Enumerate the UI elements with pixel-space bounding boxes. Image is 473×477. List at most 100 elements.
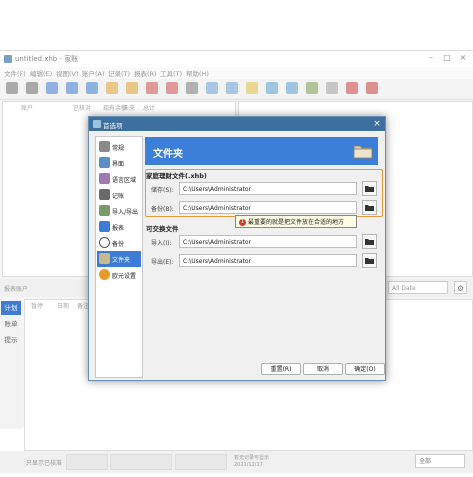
- nav-label: 语言区域: [112, 177, 137, 184]
- close-icon[interactable]: ×: [371, 118, 383, 130]
- dialog-title-bar: 首选项 ×: [89, 117, 385, 131]
- folder-icon: [365, 258, 374, 264]
- folder-icon: [365, 205, 374, 211]
- ok-button[interactable]: 确定(O): [345, 363, 385, 375]
- toolbar: [0, 79, 473, 100]
- toolbar-button-12[interactable]: [226, 82, 238, 94]
- menu-transaction[interactable]: 记录(T): [108, 68, 130, 78]
- export-path-field[interactable]: C:\Users\Administrator: [179, 254, 357, 267]
- toolbar-button-10[interactable]: [186, 82, 198, 94]
- cancel-button[interactable]: 取消: [303, 363, 343, 375]
- reset-button[interactable]: 重置(R): [261, 363, 301, 375]
- tooltip-text: 最重要的就是把文件放在合适的地方: [248, 219, 345, 226]
- app-icon: [4, 55, 12, 63]
- import-browse-button[interactable]: [362, 234, 377, 249]
- nav-label: 常规: [112, 145, 125, 152]
- date-range-select[interactable]: All Date: [388, 281, 448, 294]
- toolbar-button-5[interactable]: [86, 82, 98, 94]
- menu-edit[interactable]: 编辑(E): [30, 68, 52, 78]
- status-field-2[interactable]: [110, 454, 172, 470]
- nav-item-backup[interactable]: 备份: [97, 235, 141, 251]
- minimize-button[interactable]: –: [425, 53, 437, 64]
- toolbar-button-18[interactable]: [346, 82, 358, 94]
- import-export-icon: [99, 205, 110, 216]
- folder-icon: [99, 253, 110, 264]
- col-date[interactable]: 日期: [57, 301, 69, 310]
- wrench-icon: [99, 141, 110, 152]
- bottom-tabs: 计划 账单 提示: [0, 299, 22, 429]
- status-field-3[interactable]: [175, 454, 227, 470]
- nav-label: 报表: [112, 225, 125, 232]
- status-bar: 只显示已核准 暂无记录可显示 2021/12/17 全部: [0, 451, 473, 473]
- status-left: 只显示已核准: [26, 460, 63, 467]
- toolbar-button-14[interactable]: [266, 82, 278, 94]
- tab-bills[interactable]: 账单: [1, 317, 21, 331]
- menu-account[interactable]: 账户(A): [82, 68, 105, 78]
- nav-item-interface[interactable]: 界面: [97, 155, 141, 171]
- status-center-b: 2021/12/17: [234, 462, 263, 468]
- toolbar-button-9[interactable]: [166, 82, 178, 94]
- toolbar-button-8[interactable]: [146, 82, 158, 94]
- col-future[interactable]: 未来: [123, 103, 135, 112]
- nav-item-locale[interactable]: 语言区域: [97, 171, 141, 187]
- toolbar-button-1[interactable]: [6, 82, 18, 94]
- locale-icon: [99, 173, 110, 184]
- section-header: 文件夹: [145, 137, 378, 165]
- close-button[interactable]: ×: [457, 53, 469, 64]
- tab-schedule[interactable]: 计划: [1, 301, 21, 315]
- nav-item-euro[interactable]: 欧元设置: [97, 267, 141, 283]
- menu-help[interactable]: 帮助(H): [186, 68, 209, 78]
- nav-item-import-export[interactable]: 导入/导出: [97, 203, 141, 219]
- nav-label: 文件夹: [112, 257, 131, 264]
- status-field-1[interactable]: [66, 454, 108, 470]
- export-label: 导出(E):: [151, 259, 174, 266]
- filter-select[interactable]: 全部: [415, 454, 465, 468]
- menu-tools[interactable]: 工具(T): [160, 68, 182, 78]
- toolbar-button-17[interactable]: [326, 82, 338, 94]
- tab-reminders[interactable]: 提示: [1, 333, 21, 347]
- preferences-nav: 常规 界面 语言区域 记账 导入/导出 报表 备份 文件夹 欧元设置: [95, 136, 143, 378]
- store-path-field[interactable]: C:\Users\Administrator: [179, 182, 357, 195]
- monitor-icon: [99, 157, 110, 168]
- import-path-field[interactable]: C:\Users\Administrator: [179, 235, 357, 248]
- maximize-button[interactable]: □: [441, 53, 453, 64]
- backup-label: 备份(B):: [151, 206, 174, 213]
- nav-item-general[interactable]: 常规: [97, 139, 141, 155]
- toolbar-button-3[interactable]: [46, 82, 58, 94]
- toolbar-button-15[interactable]: [286, 82, 298, 94]
- store-browse-button[interactable]: [362, 181, 377, 196]
- import-label: 导入(I):: [151, 240, 172, 247]
- toolbar-button-6[interactable]: [106, 82, 118, 94]
- nav-label: 备份: [112, 241, 125, 248]
- toolbar-button-4[interactable]: [66, 82, 78, 94]
- menu-bar: 文件(F) 编辑(E) 视图(V) 账户(A) 记录(T) 报表(R) 工具(T…: [0, 67, 473, 79]
- menu-report[interactable]: 报表(R): [134, 68, 157, 78]
- toolbar-button-13[interactable]: [246, 82, 258, 94]
- toolbar-button-19[interactable]: [366, 82, 378, 94]
- toolbar-button-2[interactable]: [26, 82, 38, 94]
- nav-label: 欧元设置: [112, 273, 137, 280]
- toolbar-button-11[interactable]: [206, 82, 218, 94]
- toolbar-button-7[interactable]: [126, 82, 138, 94]
- nav-item-reports[interactable]: 报表: [97, 219, 141, 235]
- report-icon: [99, 221, 110, 232]
- menu-view[interactable]: 视图(V): [56, 68, 79, 78]
- backup-browse-button[interactable]: [362, 200, 377, 215]
- nav-label: 导入/导出: [112, 209, 139, 216]
- dialog-title: 首选项: [103, 122, 123, 130]
- col-account[interactable]: 账户: [21, 103, 33, 112]
- window-title: untitled.xhb - 家账: [15, 55, 79, 63]
- folder-icon: [365, 239, 374, 245]
- col-pause[interactable]: 暂停: [31, 301, 43, 310]
- tooltip-badge: 1: [239, 219, 246, 226]
- report-label: 报表账户: [4, 286, 29, 293]
- toolbar-button-16[interactable]: [306, 82, 318, 94]
- menu-file[interactable]: 文件(F): [4, 68, 26, 78]
- backup-path-field[interactable]: C:\Users\Administrator: [179, 201, 357, 214]
- nav-item-transactions[interactable]: 记账: [97, 187, 141, 203]
- col-total[interactable]: 总计: [143, 103, 155, 112]
- gear-icon[interactable]: ⚙: [454, 281, 467, 294]
- export-browse-button[interactable]: [362, 253, 377, 268]
- col-reconciled[interactable]: 已核对: [73, 103, 91, 112]
- nav-item-folders[interactable]: 文件夹: [97, 251, 141, 267]
